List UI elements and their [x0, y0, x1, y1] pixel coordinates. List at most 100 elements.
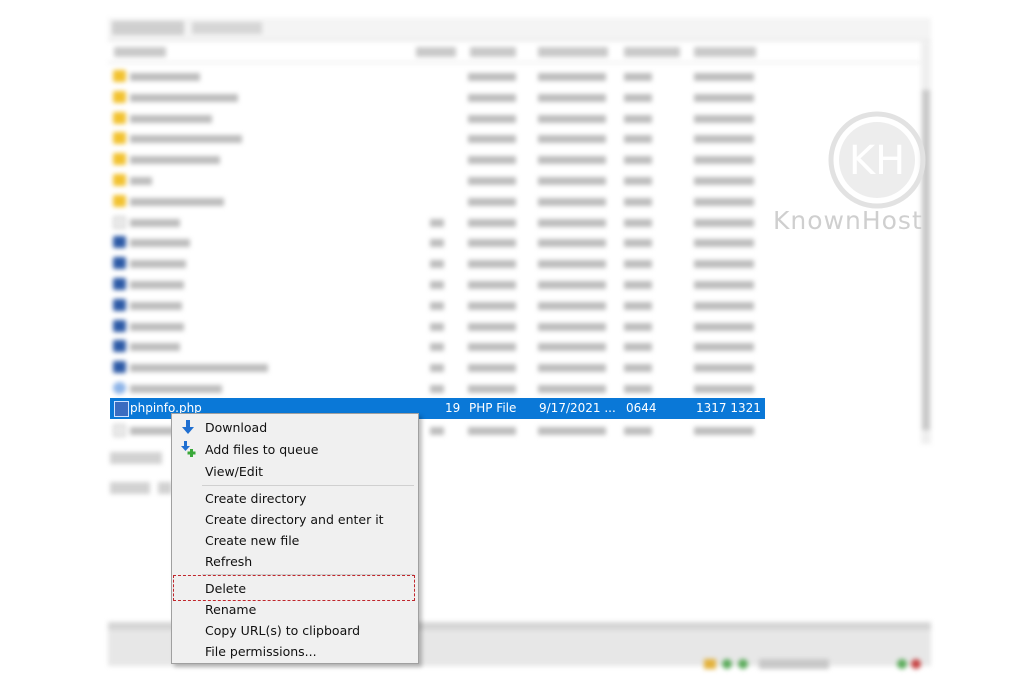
row-cell: [468, 343, 516, 352]
row-cell: [694, 322, 754, 331]
file-icon: [113, 236, 126, 249]
file-row[interactable]: [108, 274, 920, 295]
vertical-scrollbar[interactable]: [921, 42, 931, 444]
file-row[interactable]: [108, 253, 920, 274]
row-cell: [430, 385, 444, 393]
row-cell: [538, 385, 606, 393]
row-cell: [538, 281, 606, 289]
row-cell: [694, 281, 754, 289]
row-cell: [538, 114, 606, 123]
row-cell: [430, 364, 444, 373]
row-cell: [468, 385, 516, 393]
file-icon: [113, 340, 126, 353]
row-cell: [624, 114, 652, 123]
menu-item-create-new-file[interactable]: Create new file: [173, 530, 417, 551]
row-cell: [694, 93, 754, 102]
row-cell: [624, 177, 652, 185]
col-owner-group[interactable]: [694, 47, 756, 57]
row-cell: [694, 364, 754, 373]
row-cell: [624, 156, 652, 165]
menu-item-copy-url[interactable]: Copy URL(s) to clipboard: [173, 620, 417, 641]
folder-icon: [113, 90, 126, 103]
knownhost-logo-icon: KH: [828, 111, 926, 209]
menu-item-rename[interactable]: Rename: [173, 599, 417, 620]
row-cell: [130, 239, 190, 248]
row-cell: [130, 114, 212, 123]
file-row[interactable]: [108, 316, 920, 337]
row-cell: [430, 426, 444, 435]
row-cell: [130, 218, 180, 227]
col-filename[interactable]: [114, 47, 166, 57]
row-cell: [624, 260, 652, 269]
delete-highlight-box: [173, 575, 415, 601]
row-cell: [430, 322, 444, 331]
row-cell: [694, 218, 754, 227]
row-cell: [624, 197, 652, 206]
row-cell: [430, 301, 444, 310]
file-list-header: [108, 42, 920, 63]
file-row[interactable]: [108, 295, 920, 316]
menu-item-add-to-queue[interactable]: Add files to queue: [173, 439, 417, 460]
file-row[interactable]: [108, 232, 920, 253]
file-icon: [113, 382, 126, 394]
file-row[interactable]: [108, 87, 920, 108]
row-cell: [694, 426, 754, 435]
row-cell: [538, 239, 606, 248]
row-cell: [130, 156, 220, 165]
row-cell: [624, 239, 652, 248]
row-cell: [130, 197, 224, 206]
menu-item-refresh[interactable]: Refresh: [173, 551, 417, 572]
remote-path-input[interactable]: [192, 22, 262, 34]
row-cell: [538, 301, 606, 310]
menu-item-file-permissions[interactable]: File permissions...: [173, 641, 417, 662]
remote-site-label: [112, 21, 184, 35]
file-row[interactable]: [108, 357, 920, 378]
row-cell: [130, 385, 222, 393]
row-cell: [130, 322, 184, 331]
row-cell: [694, 197, 754, 206]
row-cell: [694, 385, 754, 393]
file-icon: [113, 361, 126, 374]
file-type: PHP File: [469, 401, 517, 415]
queue-status: [704, 658, 922, 672]
php-file-icon: [114, 401, 129, 417]
row-cell: [130, 73, 200, 81]
row-cell: [694, 156, 754, 165]
col-filetype[interactable]: [470, 47, 516, 57]
row-cell: [694, 135, 754, 144]
row-cell: [468, 73, 516, 81]
row-cell: [430, 260, 444, 269]
row-cell: [624, 135, 652, 144]
file-owner-group: 1317 1321: [696, 401, 761, 415]
row-cell: [468, 218, 516, 227]
folder-icon: [113, 174, 126, 186]
row-cell: [468, 322, 516, 331]
file-row[interactable]: [108, 378, 920, 399]
file-icon: [113, 298, 126, 311]
priority-value: [158, 482, 172, 494]
col-permissions[interactable]: [624, 47, 680, 57]
row-cell: [430, 281, 444, 289]
file-row[interactable]: [108, 66, 920, 87]
row-cell: [538, 218, 606, 227]
row-cell: [130, 343, 180, 352]
file-icon: [113, 319, 126, 332]
file-row[interactable]: [108, 336, 920, 357]
row-cell: [694, 239, 754, 248]
menu-item-view-edit[interactable]: View/Edit: [173, 461, 417, 482]
col-last-modified[interactable]: [538, 47, 608, 57]
download-arrow-icon: [182, 420, 194, 434]
row-cell: [624, 426, 652, 435]
row-cell: [538, 93, 606, 102]
priority-label: [110, 482, 150, 494]
menu-item-create-directory-enter[interactable]: Create directory and enter it: [173, 509, 417, 530]
col-filesize[interactable]: [416, 47, 456, 57]
row-cell: [624, 364, 652, 373]
menu-item-download[interactable]: Download: [173, 417, 417, 438]
row-cell: [468, 239, 516, 248]
menu-item-create-directory[interactable]: Create directory: [173, 488, 417, 509]
row-cell: [430, 239, 444, 248]
row-cell: [624, 343, 652, 352]
row-cell: [624, 301, 652, 310]
row-cell: [468, 177, 516, 185]
